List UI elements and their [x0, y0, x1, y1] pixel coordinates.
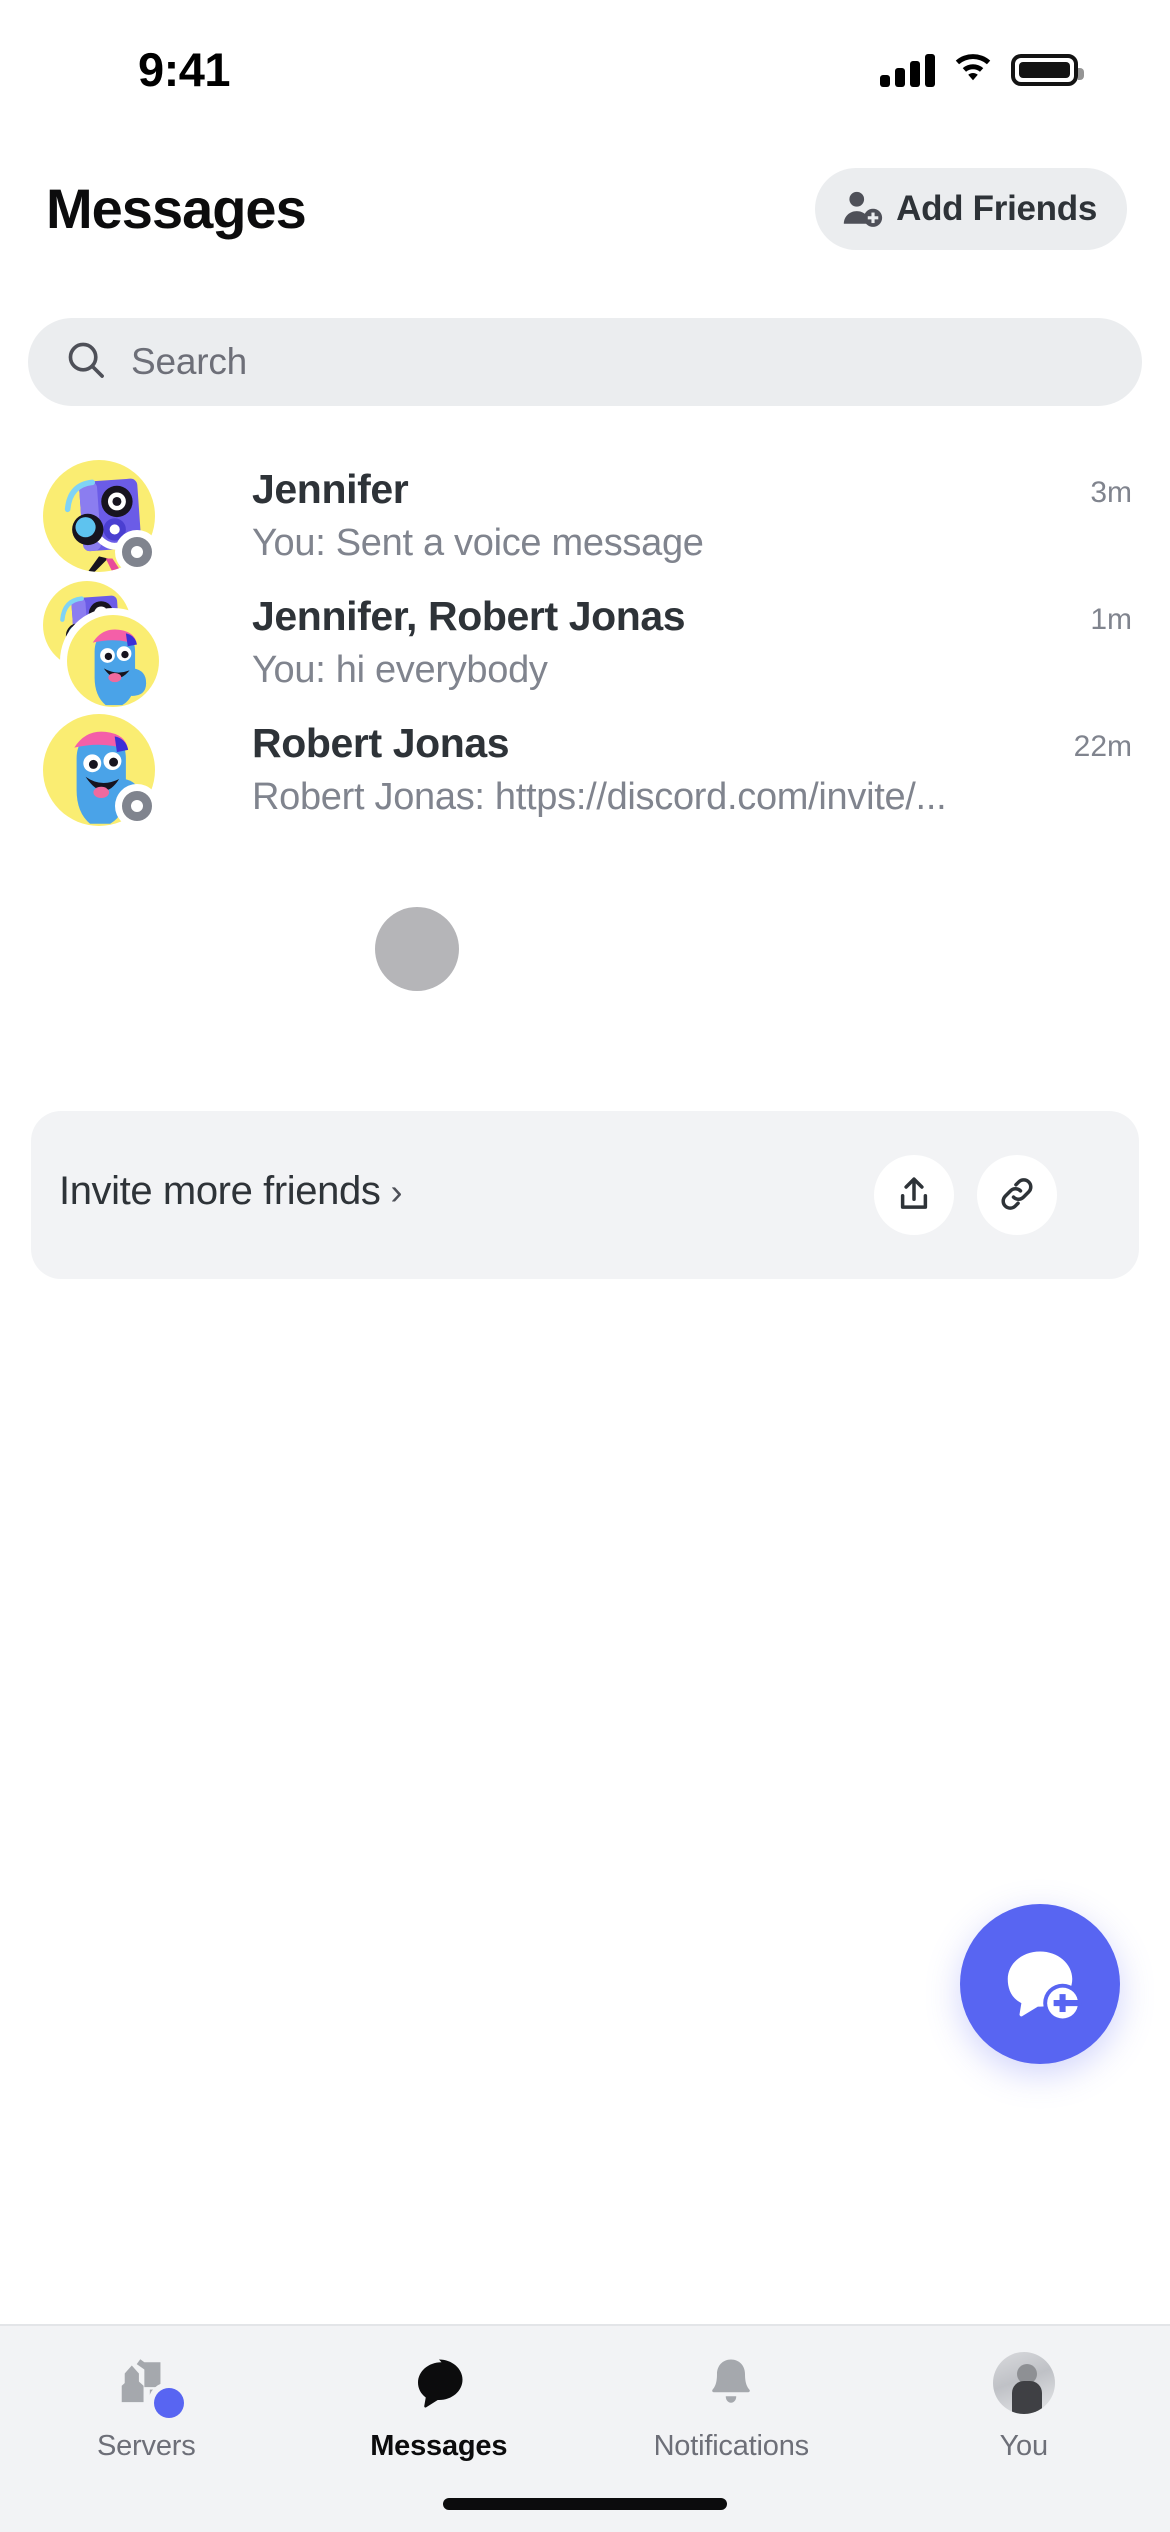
- servers-badge: [154, 2388, 185, 2418]
- tap-indicator: [375, 907, 459, 991]
- conversation-preview: You: Sent a voice message: [252, 522, 704, 564]
- cellular-bars-icon: [880, 53, 935, 87]
- conversation-row-jennifer[interactable]: Jennifer You: Sent a voice message 3m: [0, 452, 1170, 579]
- share-icon: [893, 1173, 935, 1218]
- wifi-icon: [951, 50, 995, 89]
- avatar-group: [43, 581, 159, 707]
- avatar: [43, 714, 159, 828]
- conversation-text: Jennifer, Robert Jonas You: hi everybody: [252, 593, 1010, 692]
- home-indicator: [443, 2498, 727, 2510]
- status-badge-offline: [115, 784, 159, 828]
- status-bar: 9:41: [0, 0, 1170, 128]
- search-icon: [63, 337, 109, 388]
- new-message-fab[interactable]: [960, 1904, 1120, 2064]
- page-title: Messages: [46, 177, 307, 240]
- status-bar-time: 9:41: [138, 43, 231, 96]
- add-friends-button[interactable]: Add Friends: [815, 168, 1127, 250]
- bottom-tab-bar: Servers Messages Notifications You: [0, 2324, 1170, 2532]
- conversation-preview: You: hi everybody: [252, 649, 548, 691]
- discord-messages-screen: 9:41 Messages Add Friends Search Jennife…: [0, 0, 1170, 2532]
- conversation-timestamp: 22m: [1073, 730, 1132, 763]
- conversation-preview: Robert Jonas: https://discord.com/invite…: [252, 776, 947, 818]
- tab-label: Messages: [370, 2430, 508, 2462]
- conversation-timestamp: 1m: [1090, 603, 1132, 636]
- chevron-right-icon: ›: [390, 1170, 403, 1212]
- conversation-list: Jennifer You: Sent a voice message 3m Je…: [0, 452, 1170, 833]
- new-message-icon: [997, 1940, 1083, 2029]
- tab-label: Notifications: [653, 2430, 810, 2462]
- servers-icon: [110, 2350, 185, 2418]
- share-button[interactable]: [874, 1155, 954, 1235]
- profile-avatar: [988, 2350, 1060, 2416]
- notifications-icon: [695, 2350, 767, 2416]
- search-input[interactable]: Search: [28, 318, 1142, 406]
- conversation-name: Jennifer, Robert Jonas: [252, 593, 686, 639]
- battery-full-icon: [1011, 53, 1084, 86]
- avatar: [43, 460, 159, 574]
- tab-label: Servers: [96, 2430, 196, 2462]
- invite-label: Invite more friends: [59, 1169, 381, 1213]
- person-add-icon: [841, 188, 883, 231]
- status-bar-icons: [880, 50, 1084, 89]
- conversation-text: Robert Jonas Robert Jonas: https://disco…: [252, 720, 1010, 819]
- tab-messages[interactable]: Messages: [293, 2326, 586, 2486]
- search-placeholder: Search: [131, 341, 248, 382]
- copy-link-button[interactable]: [977, 1155, 1057, 1235]
- conversation-name: Robert Jonas: [252, 720, 510, 766]
- invite-more-friends-card[interactable]: Invite more friends ›: [31, 1111, 1139, 1279]
- conversation-row-robert-jonas[interactable]: Robert Jonas Robert Jonas: https://disco…: [0, 706, 1170, 833]
- blue-blob-avatar: [67, 615, 159, 707]
- tab-you[interactable]: You: [878, 2326, 1170, 2486]
- add-friends-label: Add Friends: [896, 189, 1097, 228]
- conversation-text: Jennifer You: Sent a voice message: [252, 466, 1010, 565]
- conversation-name: Jennifer: [252, 466, 409, 512]
- invite-label-row: Invite more friends ›: [59, 1169, 402, 1214]
- status-badge-offline: [115, 530, 159, 574]
- messages-icon: [403, 2350, 475, 2416]
- link-icon: [996, 1173, 1038, 1218]
- tab-notifications[interactable]: Notifications: [585, 2326, 878, 2486]
- header: Messages Add Friends: [0, 168, 1170, 278]
- tab-servers[interactable]: Servers: [0, 2326, 293, 2486]
- tab-label: You: [999, 2430, 1049, 2462]
- conversation-row-group[interactable]: Jennifer, Robert Jonas You: hi everybody…: [0, 579, 1170, 707]
- conversation-timestamp: 3m: [1090, 476, 1132, 509]
